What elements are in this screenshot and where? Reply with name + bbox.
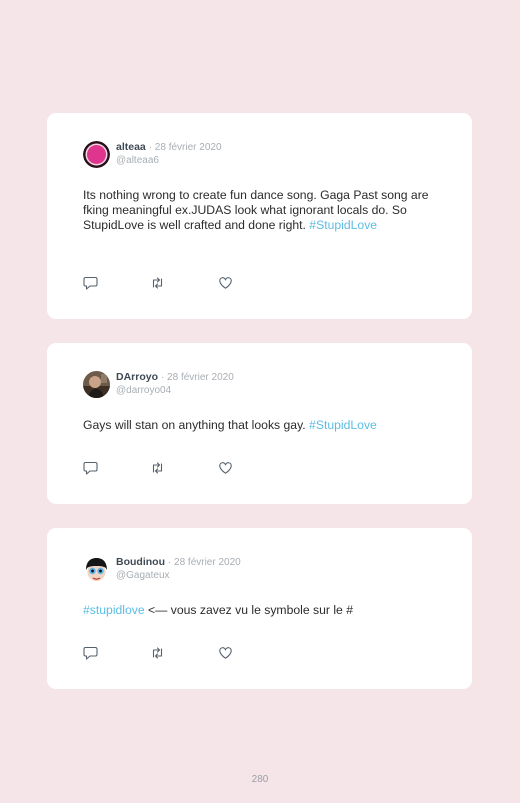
heart-icon[interactable] xyxy=(218,276,233,290)
username[interactable]: alteaa xyxy=(116,141,146,153)
heart-icon[interactable] xyxy=(218,646,233,660)
avatar[interactable] xyxy=(83,556,110,583)
tweet-header: alteaa · 28 février 2020 @alteaa6 xyxy=(83,141,222,168)
retweet-icon[interactable] xyxy=(150,461,165,475)
tweet-text: #stupidlove <— vous zavez vu le symbole … xyxy=(83,603,443,618)
username[interactable]: DArroyo xyxy=(116,371,158,383)
user-handle[interactable]: @darroyo04 xyxy=(116,385,234,397)
hashtag-link[interactable]: #StupidLove xyxy=(309,218,377,232)
user-handle[interactable]: @alteaa6 xyxy=(116,155,222,167)
avatar[interactable] xyxy=(83,141,110,168)
reply-icon[interactable] xyxy=(83,646,98,660)
tweet-card: DArroyo · 28 février 2020 @darroyo04 Gay… xyxy=(47,343,472,504)
tweet-card: alteaa · 28 février 2020 @alteaa6 Its no… xyxy=(47,113,472,319)
tweet-body: <— vous zavez vu le symbole sur le # xyxy=(144,603,353,617)
tweet-text: Gays will stan on anything that looks ga… xyxy=(83,418,443,433)
avatar[interactable] xyxy=(83,371,110,398)
hashtag-link[interactable]: #stupidlove xyxy=(83,603,145,617)
tweet-date: · 28 février 2020 xyxy=(160,372,234,383)
tweet-date: · 28 février 2020 xyxy=(167,557,241,568)
heart-icon[interactable] xyxy=(218,461,233,475)
tweet-date: · 28 février 2020 xyxy=(148,142,222,153)
tweet-actions xyxy=(83,461,233,475)
tweet-actions xyxy=(83,276,233,290)
tweet-header: DArroyo · 28 février 2020 @darroyo04 xyxy=(83,371,234,398)
tweet-header: Boudinou · 28 février 2020 @Gagateux xyxy=(83,556,241,583)
tweet-actions xyxy=(83,646,233,660)
retweet-icon[interactable] xyxy=(150,276,165,290)
hashtag-link[interactable]: #StupidLove xyxy=(309,418,377,432)
retweet-icon[interactable] xyxy=(150,646,165,660)
reply-icon[interactable] xyxy=(83,461,98,475)
user-handle[interactable]: @Gagateux xyxy=(116,570,241,582)
tweet-body: Gays will stan on anything that looks ga… xyxy=(83,418,310,432)
reply-icon[interactable] xyxy=(83,276,98,290)
tweet-text: Its nothing wrong to create fun dance so… xyxy=(83,188,443,233)
tweet-card: Boudinou · 28 février 2020 @Gagateux #st… xyxy=(47,528,472,689)
page-number: 280 xyxy=(251,774,269,785)
username[interactable]: Boudinou xyxy=(116,556,165,568)
